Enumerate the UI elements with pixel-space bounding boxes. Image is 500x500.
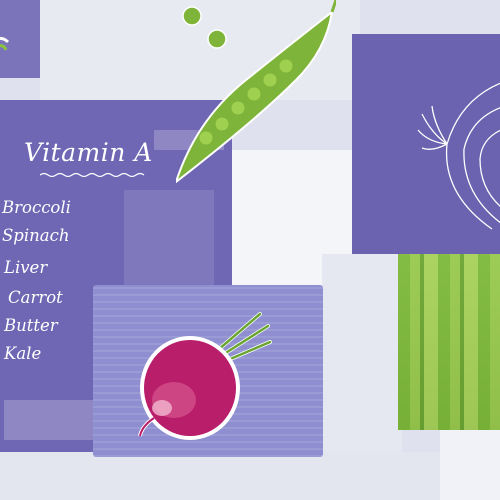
texture-scratch [124,190,214,300]
food-item: Spinach [2,226,70,245]
vitamin-a-title: Vitamin A [24,138,153,167]
title-squiggle [40,172,145,178]
vegetable-pattern-canvas: Vitamin A Broccoli Spinach Liver Carrot … [0,0,500,500]
stripe-shadow [398,254,500,430]
green-striped-panel [398,254,500,430]
food-item: Carrot [8,288,63,307]
food-item: Kale [4,344,42,363]
food-item: Butter [4,316,58,335]
onion-sketch-icon [417,82,500,230]
sprout-icon [0,36,10,51]
background-block [440,430,500,500]
background-block [0,452,500,500]
food-item: Liver [4,258,48,277]
food-item: Broccoli [2,198,71,217]
top-left-purple-panel [0,0,40,78]
peas-icon [182,6,227,49]
beetroot-icon [138,312,272,440]
onion-panel [352,34,500,254]
